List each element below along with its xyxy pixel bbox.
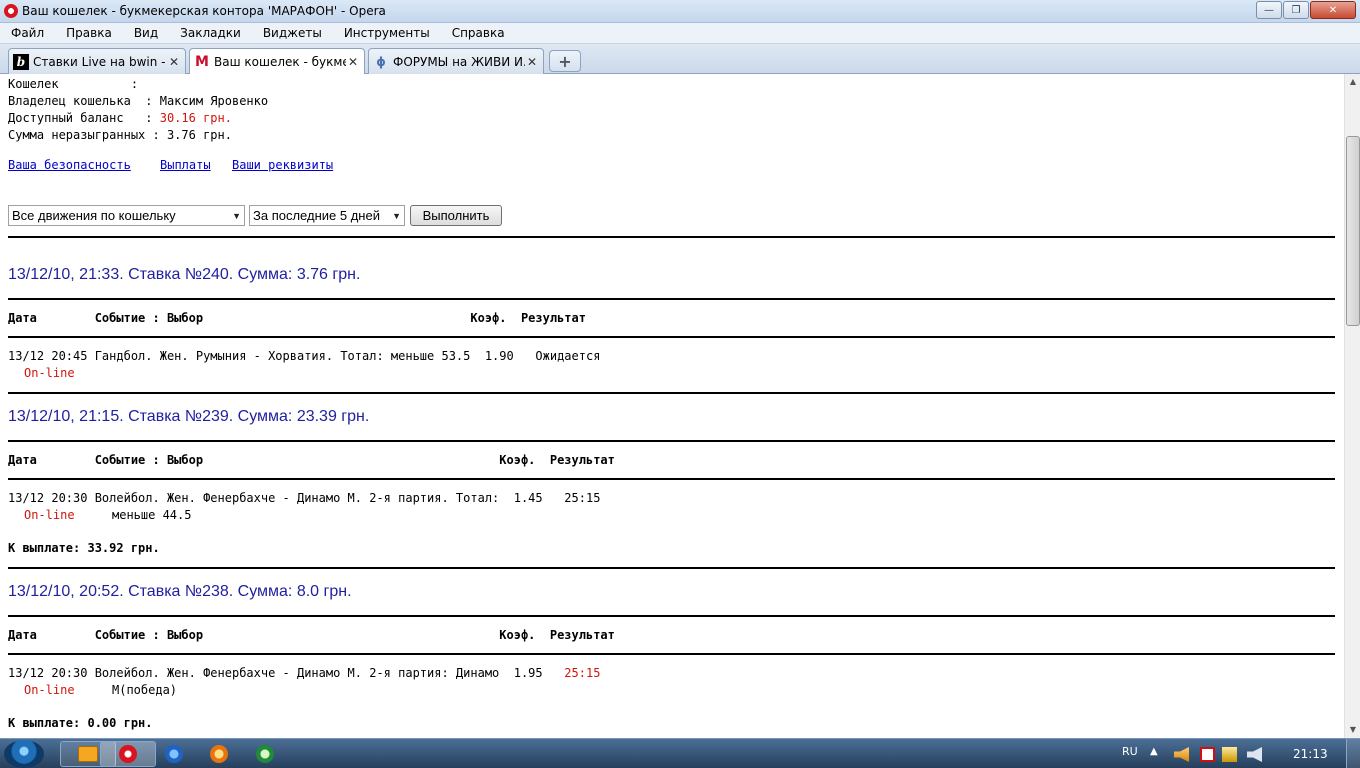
bet-row: 13/12 20:45 Гандбол. Жен. Румыния - Хорв… [8,349,601,363]
execute-button[interactable]: Выполнить [410,205,502,226]
page-content: Кошелек : Владелец кошелька : Максим Яро… [0,74,1344,738]
divider [8,615,1335,617]
tab-bar: b Ставки Live на bwin - ... ✕ M Ваш коше… [0,44,1360,75]
wallet-owner: Владелец кошелька : Максим Яровенко [8,94,269,108]
start-button[interactable] [4,740,44,768]
period-value: За последние 5 дней [253,208,380,223]
menu-bookmarks[interactable]: Закладки [169,26,252,40]
wallet-unsettled: Сумма неразыгранных : 3.76 грн. [8,128,232,142]
online-badge: On-line [24,366,75,380]
forum-icon: ɸ [376,54,386,69]
close-window-button[interactable]: ✕ [1310,1,1356,19]
divider [8,236,1335,238]
show-desktop-button[interactable] [1346,739,1360,768]
menu-help[interactable]: Справка [441,26,516,40]
bet-columns-header: Дата Событие : Выбор Коэф. Результат [8,628,615,642]
media-player-icon [78,746,98,762]
divider [8,653,1335,655]
menu-edit[interactable]: Правка [55,26,123,40]
online-badge: On-line [24,508,75,522]
movement-type-select[interactable]: Все движения по кошельку ▼ [8,205,245,226]
tab-forums[interactable]: ɸ ФОРУМЫ на ЖИВИ И... ✕ [368,48,544,74]
window-title: Ваш кошелек - букмекерская контора 'МАРА… [22,4,386,18]
tab-label: ФОРУМЫ на ЖИВИ И... [393,54,525,69]
chevron-down-icon: ▼ [392,211,401,221]
internet-explorer-icon[interactable] [165,745,183,763]
payout-amount: К выплате: 0.00 грн. [8,716,153,730]
divider [8,478,1335,480]
bet-row: 13/12 20:30 Волейбол. Жен. Фенербахче - … [8,666,600,680]
app-icon[interactable] [256,745,274,763]
menu-bar: Файл Правка Вид Закладки Виджеты Инструм… [0,23,1360,44]
tab-close-icon[interactable]: ✕ [525,55,539,69]
volume-icon[interactable] [1247,747,1262,762]
tab-wallet[interactable]: M Ваш кошелек - букме... ✕ [189,48,365,75]
bet-header: 13/12/10, 21:33. Ставка №240. Сумма: 3.7… [8,266,361,283]
bet-result: 25:15 [564,666,601,680]
clock[interactable]: 21:13 [1293,747,1328,761]
divider [8,336,1335,338]
bet-row-continued: М(победа) [112,683,178,697]
payout-amount: К выплате: 33.92 грн. [8,541,160,555]
vertical-scrollbar[interactable]: ▲ ▼ [1344,74,1360,738]
new-tab-button[interactable]: + [549,50,581,72]
browser-icon[interactable] [210,745,228,763]
antivirus-icon[interactable] [1200,747,1215,762]
tab-bwin[interactable]: b Ставки Live на bwin - ... ✕ [8,48,186,74]
tab-close-icon[interactable]: ✕ [346,55,360,69]
chevron-down-icon: ▼ [232,211,241,221]
divider [8,567,1335,569]
bet-row-main: 13/12 20:30 Волейбол. Жен. Фенербахче - … [8,666,565,680]
movement-type-value: Все движения по кошельку [12,208,176,223]
divider [8,298,1335,300]
menu-tools[interactable]: Инструменты [333,26,441,40]
divider [8,440,1335,442]
menu-file[interactable]: Файл [0,26,55,40]
menu-view[interactable]: Вид [123,26,169,40]
taskbar: RU ▲ 21:13 [0,738,1360,768]
title-bar: Ваш кошелек - букмекерская контора 'МАРА… [0,0,1360,23]
opera-icon [119,745,137,763]
bet-header: 13/12/10, 20:52. Ставка №238. Сумма: 8.0… [8,583,352,600]
maximize-button[interactable]: ❐ [1283,1,1309,19]
divider [8,392,1335,394]
tab-label: Ставки Live на bwin - ... [33,54,167,69]
bet-columns-header: Дата Событие : Выбор Коэф. Результат [8,311,586,325]
period-select[interactable]: За последние 5 дней ▼ [249,205,405,226]
tab-label: Ваш кошелек - букме... [214,55,346,69]
security-link[interactable]: Ваша безопасность [8,158,131,172]
wallet-balance: Доступный баланс : 30.16 грн. [8,111,232,125]
opera-taskbar-button[interactable] [100,741,156,767]
payouts-link[interactable]: Выплаты [160,158,211,172]
scroll-up-icon[interactable]: ▲ [1345,74,1360,90]
speaker-icon[interactable] [1174,747,1189,762]
bet-header: 13/12/10, 21:15. Ставка №239. Сумма: 23.… [8,408,370,425]
bet-columns-header: Дата Событие : Выбор Коэф. Результат [8,453,615,467]
show-hidden-icons-icon[interactable]: ▲ [1150,746,1158,757]
minimize-button[interactable]: — [1256,1,1282,19]
bet-row: 13/12 20:30 Волейбол. Жен. Фенербахче - … [8,491,601,505]
language-indicator[interactable]: RU [1122,745,1138,758]
opera-logo-icon [4,4,18,18]
marathon-icon: M [195,54,209,70]
details-link[interactable]: Ваши реквизиты [232,158,333,172]
balance-value: 30.16 грн. [159,111,232,125]
tab-close-icon[interactable]: ✕ [167,55,181,69]
scroll-down-icon[interactable]: ▼ [1345,722,1360,738]
online-badge: On-line [24,683,75,697]
wallet-line: Кошелек : [8,77,139,91]
network-icon[interactable] [1222,747,1237,762]
balance-label: Доступный баланс : [8,111,160,125]
bet-row-continued: меньше 44.5 [112,508,192,522]
scroll-thumb[interactable] [1346,136,1360,326]
menu-widgets[interactable]: Виджеты [252,26,333,40]
bwin-icon: b [13,53,29,70]
